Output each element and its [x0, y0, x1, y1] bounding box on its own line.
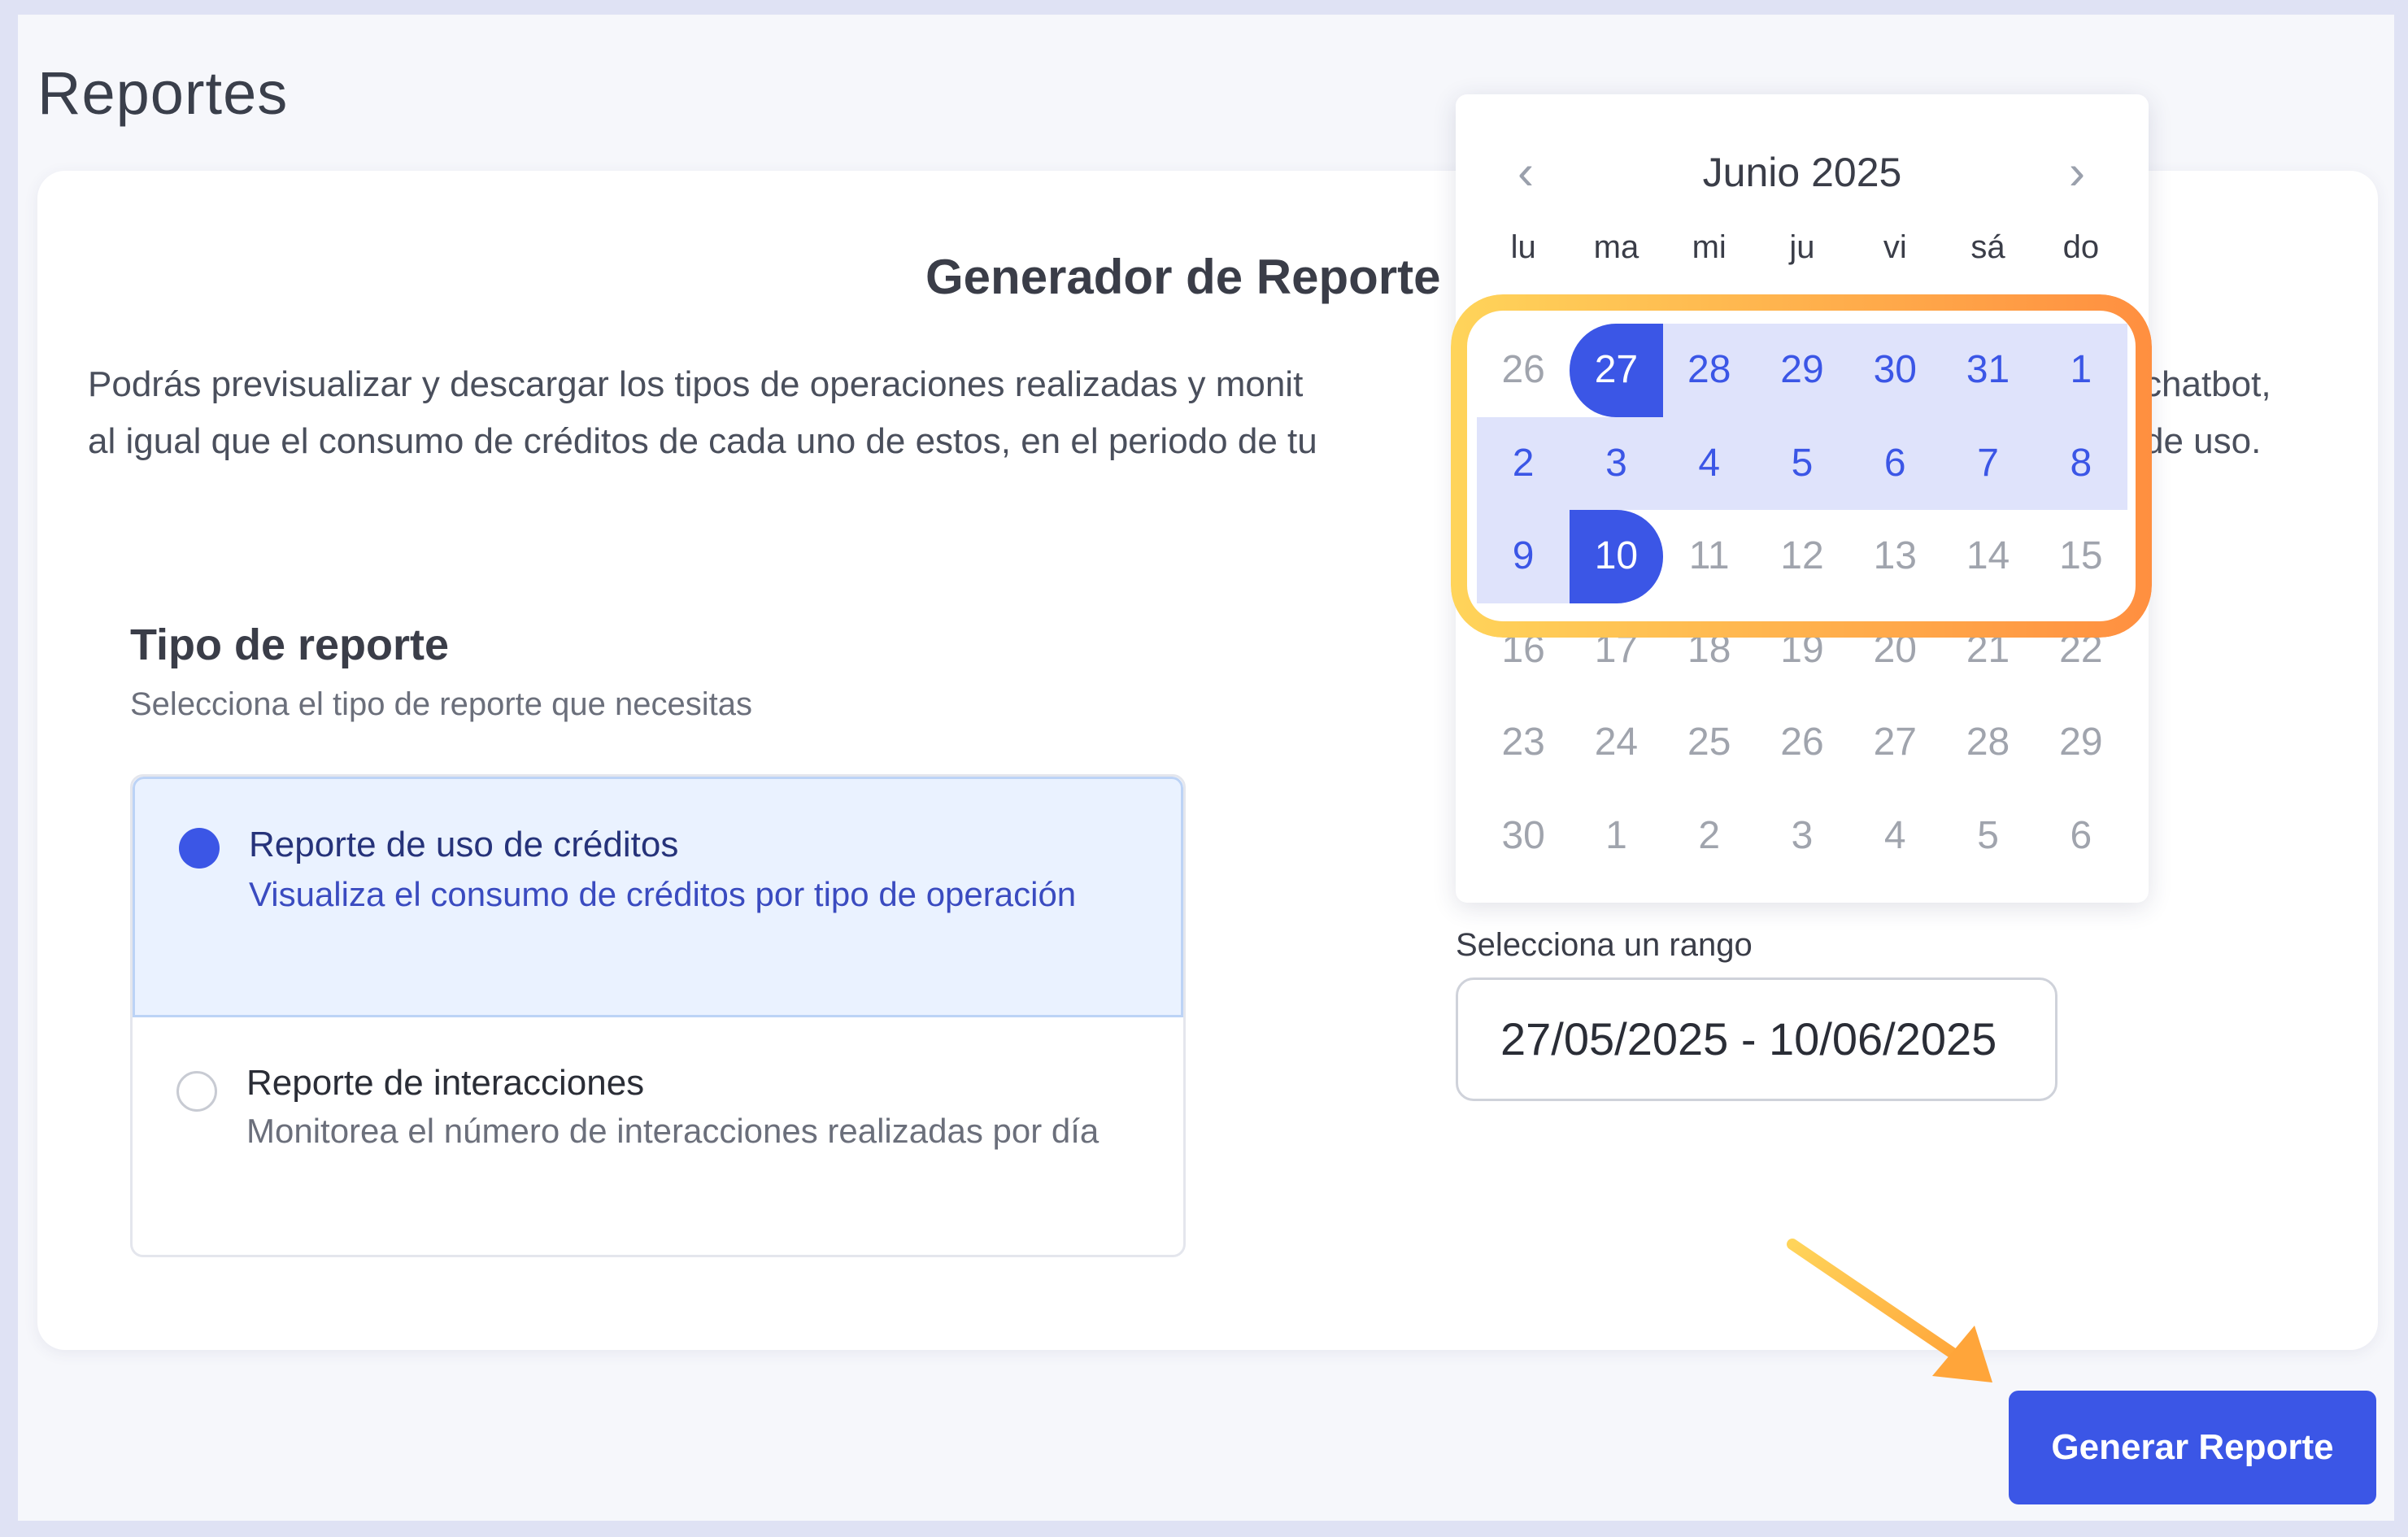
option-title: Reporte de uso de créditos — [249, 825, 679, 864]
range-label: Selecciona un rango — [1456, 927, 1753, 963]
generate-report-button[interactable]: Generar Reporte — [2009, 1391, 2376, 1504]
radio-selected-icon[interactable] — [179, 828, 220, 869]
calendar-day[interactable]: 29 — [2035, 696, 2127, 790]
option-interactions-report[interactable]: Reporte de interacciones Monitorea el nú… — [133, 1017, 1183, 1255]
report-type-title: Tipo de reporte — [130, 620, 450, 669]
calendar-week: 23 24 25 26 27 28 29 — [1477, 696, 2127, 790]
description-line-1: Podrás previsualizar y descargar los tip… — [88, 364, 1304, 404]
generator-description: Podrás previsualizar y descargar los tip… — [88, 356, 1317, 470]
option-title: Reporte de interacciones — [246, 1063, 645, 1103]
calendar-month: Junio 2025 — [1702, 150, 1902, 195]
option-description: Monitorea el número de interacciones rea… — [246, 1112, 1099, 1150]
calendar-day[interactable]: 3 — [1756, 790, 1848, 883]
weekday-label: ma — [1593, 229, 1639, 265]
calendar-day[interactable]: 28 — [1941, 696, 2034, 790]
arrow-annotation-icon — [1787, 1239, 1992, 1382]
weekday-label: ju — [1789, 229, 1815, 265]
calendar-day[interactable]: 5 — [1941, 790, 2034, 883]
weekday-label: lu — [1510, 229, 1536, 265]
calendar-day[interactable]: 23 — [1477, 696, 1570, 790]
weekday-label: do — [2062, 229, 2100, 265]
radio-unselected-icon[interactable] — [176, 1071, 217, 1112]
calendar-day[interactable]: 30 — [1477, 790, 1570, 883]
weekday-label: mi — [1692, 229, 1727, 265]
report-type-options: Reporte de uso de créditos Visualiza el … — [130, 774, 1186, 1257]
calendar-day[interactable]: 27 — [1848, 696, 1941, 790]
calendar-day[interactable]: 1 — [1570, 790, 1662, 883]
generator-title: Generador de Reporte — [925, 250, 1441, 304]
report-type-subtitle: Selecciona el tipo de reporte que necesi… — [130, 686, 752, 722]
calendar-weekdays: lu ma mi ju vi sá do — [1477, 229, 2127, 266]
calendar-day[interactable]: 25 — [1663, 696, 1756, 790]
weekday-label: sá — [1970, 229, 2005, 265]
generator-description-tail: chatbot, de uso. — [2144, 356, 2271, 470]
option-description: Visualiza el consumo de créditos por tip… — [249, 875, 1077, 913]
date-range-input[interactable]: 27/05/2025 - 10/06/2025 — [1456, 977, 2057, 1101]
page-title: Reportes — [37, 59, 289, 127]
weekday-label: vi — [1883, 229, 1907, 265]
calendar-day[interactable]: 26 — [1756, 696, 1848, 790]
option-credit-usage-report[interactable]: Reporte de uso de créditos Visualiza el … — [133, 777, 1183, 1017]
description-tail-2: de uso. — [2144, 421, 2262, 461]
description-tail-1: chatbot, — [2144, 364, 2271, 404]
chevron-right-icon[interactable]: › — [2053, 140, 2101, 205]
calendar-day[interactable]: 4 — [1848, 790, 1941, 883]
calendar-day[interactable]: 2 — [1663, 790, 1756, 883]
calendar-week: 30 1 2 3 4 5 6 — [1477, 790, 2127, 883]
range-highlight-annotation — [1451, 294, 2152, 638]
description-line-2: al igual que el consumo de créditos de c… — [88, 421, 1317, 461]
calendar-day[interactable]: 24 — [1570, 696, 1662, 790]
calendar-day[interactable]: 6 — [2035, 790, 2127, 883]
